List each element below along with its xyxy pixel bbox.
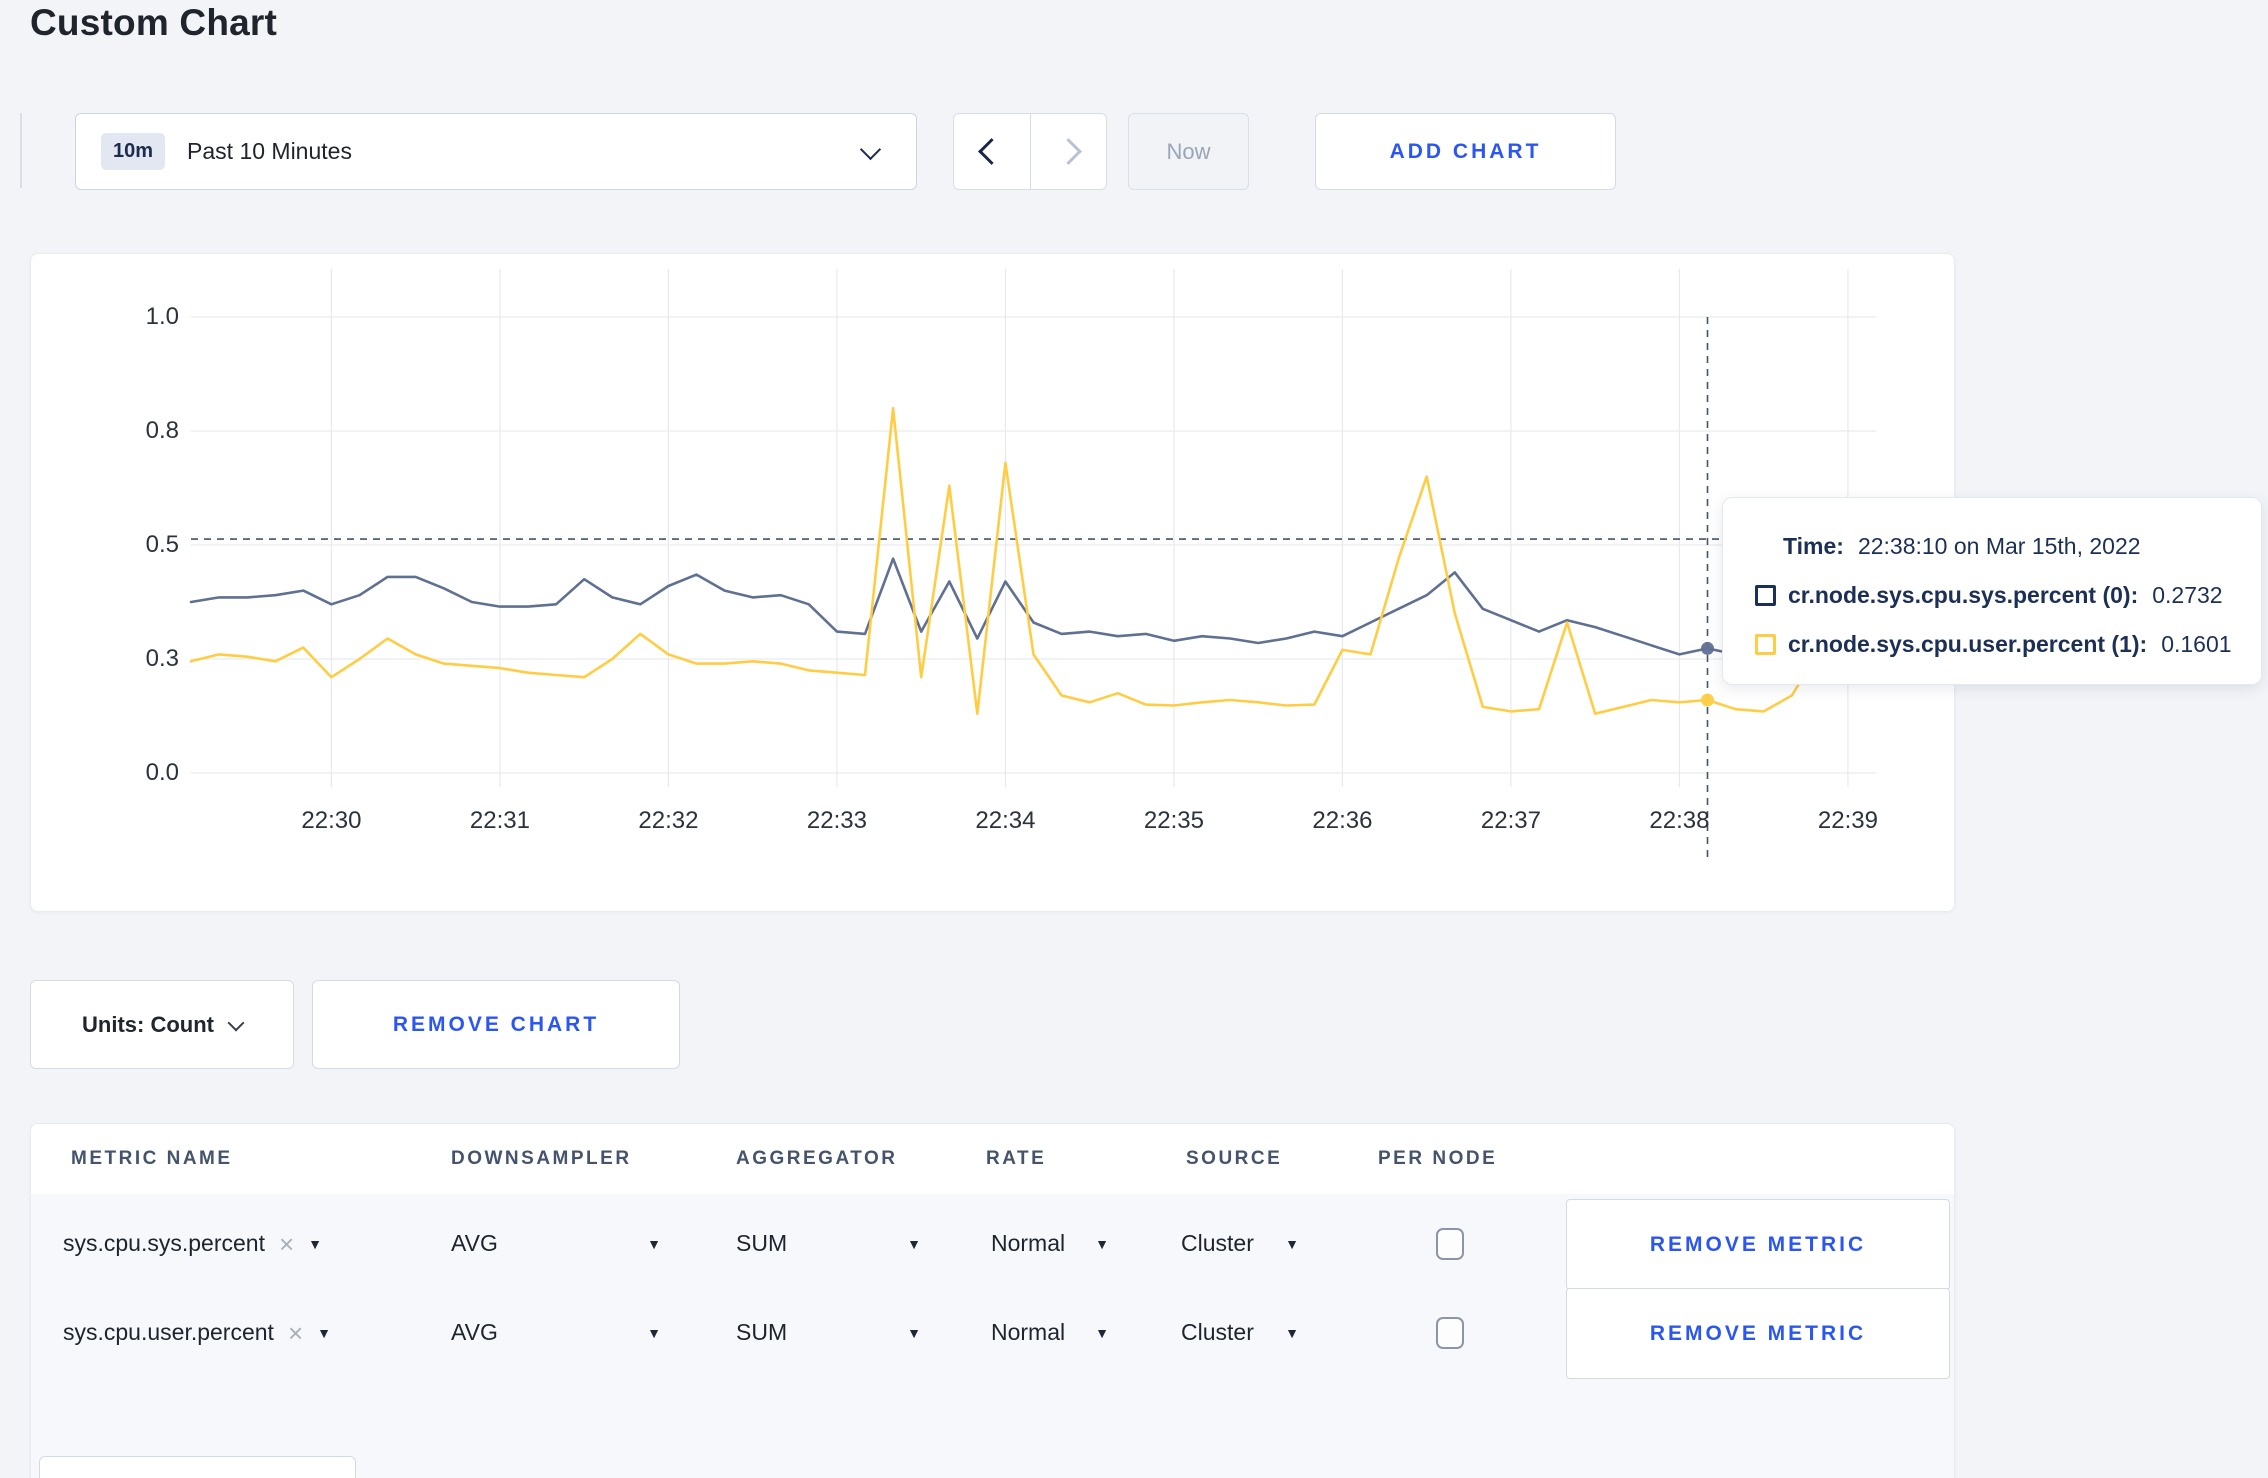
tooltip-series-row: cr.node.sys.cpu.sys.percent (0): 0.2732 — [1755, 577, 2261, 613]
caret-down-icon: ▼ — [308, 1235, 323, 1252]
y-axis-tick-label: 0.8 — [145, 417, 179, 444]
series-sys-swatch-icon — [1755, 584, 1776, 606]
source-select[interactable]: Cluster ▼ — [1181, 1288, 1299, 1377]
timescale-label: Past 10 Minutes — [187, 138, 352, 164]
aggregator-select[interactable]: SUM ▼ — [736, 1288, 921, 1377]
caret-down-icon: ▼ — [317, 1324, 331, 1341]
toolbar-left-divider — [20, 113, 22, 188]
units-dropdown[interactable]: Units: Count — [30, 980, 294, 1069]
downsampler-select[interactable]: AVG ▼ — [451, 1288, 661, 1377]
y-axis-tick-label: 0.3 — [145, 645, 179, 672]
metrics-table-body: sys.cpu.sys.percent × ▼ AVG ▼ SUM ▼ Norm… — [31, 1194, 1954, 1478]
col-header-metric-name: METRIC NAME — [71, 1148, 233, 1169]
tooltip-time-row: Time: 22:38:10 on Mar 15th, 2022 — [1783, 528, 2261, 564]
metric-name-value: sys.cpu.user.percent — [63, 1319, 274, 1345]
time-next-button[interactable] — [1029, 114, 1107, 189]
custom-chart-page: Custom Chart 10m Past 10 Minutes Now ADD… — [0, 0, 2268, 1478]
chart-hover-tooltip: Time: 22:38:10 on Mar 15th, 2022 cr.node… — [1722, 497, 2262, 685]
rate-select[interactable]: Normal ▼ — [991, 1288, 1109, 1377]
x-axis-tick-label: 22:35 — [1143, 807, 1204, 834]
downsampler-value: AVG — [451, 1319, 498, 1345]
source-value: Cluster — [1181, 1319, 1254, 1345]
metric-name-value: sys.cpu.sys.percent — [63, 1230, 265, 1256]
remove-metric-button[interactable]: REMOVE METRIC — [1566, 1288, 1950, 1379]
y-axis-tick-label: 0.0 — [145, 759, 179, 786]
caret-down-icon: ▼ — [647, 1324, 661, 1341]
caret-down-icon: ▼ — [1285, 1235, 1299, 1252]
caret-down-icon: ▼ — [1285, 1324, 1299, 1341]
downsampler-value: AVG — [451, 1230, 498, 1256]
x-axis-tick-label: 22:38 — [1649, 807, 1710, 834]
clear-metric-icon[interactable]: × — [288, 1320, 303, 1346]
caret-down-icon: ▼ — [907, 1324, 921, 1341]
aggregator-select[interactable]: SUM ▼ — [736, 1199, 921, 1288]
tooltip-time-value: 22:38:10 on Mar 15th, 2022 — [1857, 532, 2141, 559]
now-button[interactable]: Now — [1128, 113, 1249, 190]
x-axis-tick-label: 22:34 — [975, 807, 1036, 834]
tooltip-series-label: cr.node.sys.cpu.sys.percent (0): — [1788, 581, 2139, 608]
source-value: Cluster — [1181, 1230, 1254, 1256]
x-axis-tick-label: 22:30 — [301, 807, 362, 834]
series-user-swatch-icon — [1755, 633, 1776, 655]
rate-value: Normal — [991, 1319, 1066, 1345]
chevron-left-icon — [978, 138, 1006, 165]
metric-row: sys.cpu.sys.percent × ▼ AVG ▼ SUM ▼ Norm… — [31, 1199, 1954, 1290]
per-node-checkbox[interactable] — [1436, 1228, 1464, 1260]
tooltip-series-label: cr.node.sys.cpu.user.percent (1): — [1788, 630, 2148, 657]
time-nav-group — [953, 113, 1107, 190]
downsampler-select[interactable]: AVG ▼ — [451, 1199, 661, 1288]
col-header-aggregator: AGGREGATOR — [736, 1148, 898, 1169]
x-axis-tick-label: 22:32 — [638, 807, 699, 834]
remove-metric-button[interactable]: REMOVE METRIC — [1566, 1199, 1950, 1290]
add-metric-button[interactable]: ADD METRIC — [39, 1456, 356, 1478]
rate-value: Normal — [991, 1230, 1066, 1256]
page-title: Custom Chart — [30, 2, 278, 43]
col-header-per-node: PER NODE — [1378, 1148, 1498, 1169]
caret-down-icon: ▼ — [1095, 1324, 1109, 1341]
timescale-dropdown[interactable]: 10m Past 10 Minutes — [75, 113, 917, 190]
add-chart-button[interactable]: ADD CHART — [1315, 113, 1616, 190]
metric-name-dropdown[interactable]: sys.cpu.sys.percent × ▼ — [63, 1199, 322, 1288]
time-prev-button[interactable] — [954, 114, 1030, 189]
tooltip-series-value: 0.1601 — [2161, 630, 2232, 657]
per-node-checkbox[interactable] — [1436, 1317, 1464, 1349]
units-label: Units: Count — [82, 1011, 214, 1037]
y-axis-tick-label: 0.5 — [145, 531, 179, 558]
y-axis-tick-label: 1.0 — [145, 303, 179, 330]
x-axis-tick-label: 22:33 — [806, 807, 867, 834]
col-header-downsampler: DOWNSAMPLER — [451, 1148, 632, 1169]
tooltip-series-value: 0.2732 — [2152, 581, 2223, 608]
source-select[interactable]: Cluster ▼ — [1181, 1199, 1299, 1288]
chart-panel: 1.0 0.8 0.5 0.3 0.0 22:30 22:31 22:32 22:33 22:34… — [30, 253, 1955, 912]
col-header-source: SOURCE — [1186, 1148, 1283, 1169]
caret-down-icon: ▼ — [1095, 1235, 1109, 1252]
metric-row: sys.cpu.user.percent × ▼ AVG ▼ SUM ▼ Nor… — [31, 1288, 1954, 1379]
chevron-down-icon — [227, 1014, 245, 1031]
timescale-badge: 10m — [101, 133, 166, 170]
x-axis-tick-label: 22:39 — [1817, 807, 1878, 834]
chevron-down-icon — [859, 138, 882, 161]
x-axis-tick-label: 22:37 — [1480, 807, 1541, 834]
aggregator-value: SUM — [736, 1319, 788, 1345]
x-axis-tick-label: 22:31 — [469, 807, 530, 834]
remove-chart-button[interactable]: REMOVE CHART — [312, 980, 680, 1069]
metric-name-dropdown[interactable]: sys.cpu.user.percent × ▼ — [63, 1288, 331, 1377]
clear-metric-icon[interactable]: × — [279, 1231, 294, 1257]
col-header-rate: RATE — [986, 1148, 1047, 1169]
caret-down-icon: ▼ — [647, 1235, 661, 1252]
tooltip-series-row: cr.node.sys.cpu.user.percent (1): 0.1601 — [1755, 626, 2261, 662]
chevron-right-icon — [1054, 138, 1082, 165]
rate-select[interactable]: Normal ▼ — [991, 1199, 1109, 1288]
x-axis-tick-label: 22:36 — [1312, 807, 1373, 834]
metrics-table: METRIC NAME DOWNSAMPLER AGGREGATOR RATE … — [30, 1123, 1955, 1478]
aggregator-value: SUM — [736, 1230, 788, 1256]
caret-down-icon: ▼ — [907, 1235, 921, 1252]
tooltip-time-label: Time: — [1783, 532, 1844, 559]
